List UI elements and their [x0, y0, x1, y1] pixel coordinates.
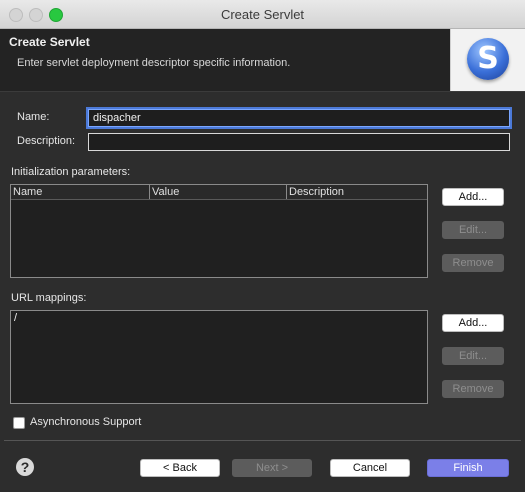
init-params-header: Name Value Description — [11, 185, 427, 200]
init-params-table[interactable]: Name Value Description — [10, 184, 428, 278]
url-mappings-label: URL mappings: — [11, 292, 87, 304]
banner-description: Enter servlet deployment descriptor spec… — [17, 57, 291, 69]
wizard-banner: Create Servlet Enter servlet deployment … — [0, 29, 525, 92]
finish-button[interactable]: Finish — [427, 459, 509, 477]
list-item[interactable]: / — [14, 312, 17, 324]
init-params-add-button[interactable]: Add... — [442, 188, 504, 206]
column-header-name[interactable]: Name — [11, 185, 147, 199]
url-mappings-remove-button[interactable]: Remove — [442, 380, 504, 398]
url-mappings-edit-button[interactable]: Edit... — [442, 347, 504, 365]
description-input[interactable] — [88, 133, 510, 151]
question-mark-icon[interactable]: ? — [16, 458, 34, 476]
url-mappings-list[interactable]: / — [10, 310, 428, 404]
servlet-s-icon: S — [467, 38, 509, 80]
create-servlet-window: Create Servlet Create Servlet Enter serv… — [0, 0, 525, 492]
banner-title: Create Servlet — [9, 35, 90, 49]
column-header-description[interactable]: Description — [286, 185, 427, 199]
banner-logo: S — [450, 29, 525, 91]
name-label: Name: — [17, 111, 50, 123]
url-mappings-add-button[interactable]: Add... — [442, 314, 504, 332]
description-label: Description: — [17, 135, 76, 147]
name-input[interactable]: dispacher — [88, 109, 510, 127]
column-header-value[interactable]: Value — [149, 185, 284, 199]
window-title: Create Servlet — [220, 7, 305, 22]
next-button[interactable]: Next > — [232, 459, 312, 477]
title-bar[interactable]: Create Servlet — [0, 0, 525, 29]
init-params-label: Initialization parameters: — [11, 166, 131, 178]
cancel-button[interactable]: Cancel — [330, 459, 410, 477]
init-params-remove-button[interactable]: Remove — [442, 254, 504, 272]
async-support-label[interactable]: Asynchronous Support — [30, 416, 141, 428]
async-support-checkbox[interactable] — [13, 417, 25, 429]
init-params-edit-button[interactable]: Edit... — [442, 221, 504, 239]
back-button[interactable]: < Back — [140, 459, 220, 477]
footer-divider — [4, 440, 521, 441]
